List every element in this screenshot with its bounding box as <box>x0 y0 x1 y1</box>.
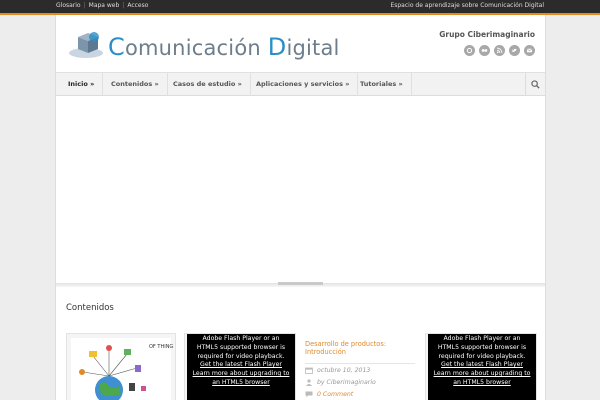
nav-item-tutoriales[interactable]: Tutoriales » <box>352 73 412 96</box>
post-divider <box>305 363 415 364</box>
post-date: octubre 10, 2013 <box>305 367 370 374</box>
top-links: Glosario | Mapa web | Acceso <box>56 2 149 9</box>
slider-indicator[interactable] <box>278 282 323 285</box>
logo-cube-icon <box>69 32 103 58</box>
html5-learn-more-link[interactable]: Learn more about upgrading to <box>428 370 536 379</box>
search-button[interactable] <box>525 73 545 96</box>
get-flash-link[interactable]: Get the latest Flash Player <box>428 361 536 370</box>
nav-item-inicio[interactable]: Inicio » <box>60 73 104 96</box>
group-title: Grupo Ciberimaginario <box>439 30 535 39</box>
post-author: by Ciberimaginario <box>305 379 376 386</box>
twitter-icon[interactable] <box>509 45 520 56</box>
page-wrapper: Comunicación Digital Grupo Ciberimaginar… <box>55 15 546 400</box>
content-card-image[interactable]: OF THINGS <box>66 333 176 400</box>
featured-slider[interactable] <box>56 97 545 284</box>
calendar-icon <box>305 367 313 374</box>
post-comments[interactable]: 0 Comment <box>305 391 353 398</box>
search-icon <box>531 80 540 89</box>
post-title-link[interactable]: Desarrollo de productos: Introducción <box>305 340 417 356</box>
rss-icon[interactable] <box>494 45 505 56</box>
logo-text: Comunicación Digital <box>108 33 340 61</box>
acceso-link[interactable]: Acceso <box>127 2 148 9</box>
iot-illustration: OF THINGS <box>71 338 176 400</box>
glosario-link[interactable]: Glosario <box>56 2 81 9</box>
section-title: Contenidos <box>66 303 114 313</box>
flash-player-message-2: Adobe Flash Player or an HTML5 supported… <box>428 334 536 400</box>
svg-text:OF THINGS: OF THINGS <box>149 344 173 350</box>
nav-item-aplicaciones[interactable]: Aplicaciones y servicios » <box>248 73 359 96</box>
user-icon <box>306 379 312 386</box>
html5-browser-link[interactable]: an HTML5 browser <box>187 379 295 388</box>
email-icon[interactable] <box>524 45 535 56</box>
get-flash-link[interactable]: Get the latest Flash Player <box>187 361 295 370</box>
main-nav: Inicio » Contenidos » Casos de estudio »… <box>56 72 545 96</box>
html5-learn-more-link[interactable]: Learn more about upgrading to <box>187 370 295 379</box>
nav-item-casos-de-estudio[interactable]: Casos de estudio » <box>165 73 251 96</box>
site-tagline: Espacio de aprendizaje sobre Comunicació… <box>390 2 544 9</box>
flickr-alt-icon[interactable] <box>464 45 475 56</box>
top-bar: Glosario | Mapa web | Acceso Espacio de apre… <box>0 0 600 15</box>
flash-player-message-1: Adobe Flash Player or an HTML5 supported… <box>187 334 295 400</box>
comment-icon <box>305 391 313 398</box>
html5-browser-link[interactable]: an HTML5 browser <box>428 379 536 388</box>
mapa-web-link[interactable]: Mapa web <box>89 2 120 9</box>
group-block: Grupo Ciberimaginario <box>439 30 535 39</box>
nav-item-contenidos[interactable]: Contenidos » <box>103 73 168 96</box>
flickr-icon[interactable] <box>479 45 490 56</box>
social-icons <box>464 45 535 56</box>
site-logo[interactable]: Comunicación Digital <box>68 29 340 63</box>
